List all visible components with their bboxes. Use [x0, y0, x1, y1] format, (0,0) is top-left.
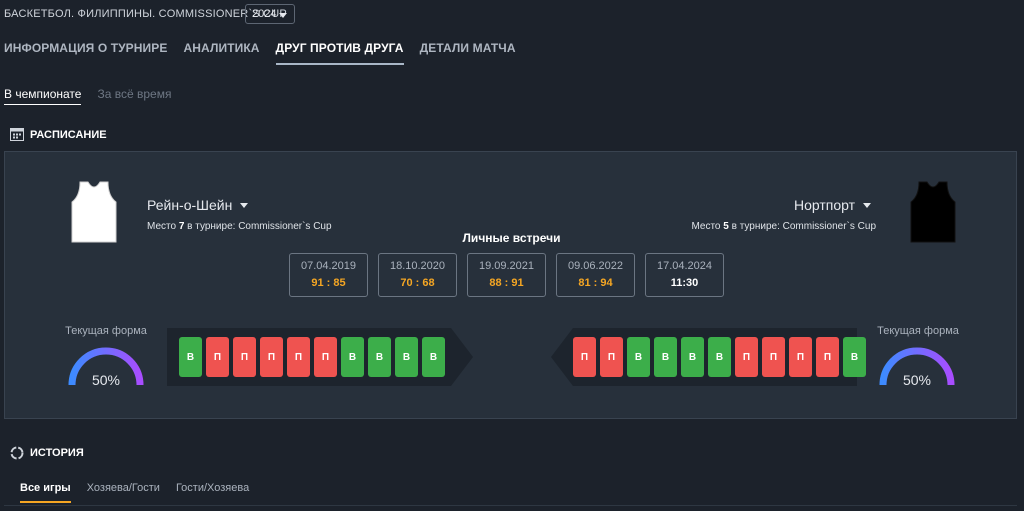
home-team-label: Рейн-о-Шейн	[147, 197, 233, 213]
result-win-badge[interactable]: В	[179, 337, 202, 377]
meeting-card[interactable]: 19.09.2021 88 : 91	[467, 253, 546, 297]
result-loss-badge[interactable]: П	[735, 337, 758, 377]
main-tabs: ИНФОРМАЦИЯ О ТУРНИРЕ АНАЛИТИКА ДРУГ ПРОТ…	[4, 41, 532, 65]
result-loss-badge[interactable]: П	[573, 337, 596, 377]
home-form-strip: ВПППППВВВВ	[167, 328, 449, 386]
meeting-score: 88 : 91	[489, 277, 524, 289]
away-form-label: Текущая форма	[877, 325, 959, 337]
result-win-badge[interactable]: В	[843, 337, 866, 377]
result-loss-badge[interactable]: П	[260, 337, 283, 377]
tab-head-to-head[interactable]: ДРУГ ПРОТИВ ДРУГА	[275, 41, 404, 65]
meeting-card-upcoming[interactable]: 17.04.2024 11:30	[645, 253, 724, 297]
result-win-badge[interactable]: В	[654, 337, 677, 377]
result-loss-badge[interactable]: П	[206, 337, 229, 377]
home-form-percent: 50%	[91, 372, 121, 388]
result-loss-badge[interactable]: П	[233, 337, 256, 377]
chevron-down-icon	[279, 13, 287, 18]
meeting-card[interactable]: 09.06.2022 81 : 94	[556, 253, 635, 297]
history-icon	[10, 446, 24, 460]
result-loss-badge[interactable]: П	[816, 337, 839, 377]
home-form-label: Текущая форма	[65, 325, 147, 337]
away-form-strip: ППВВВВППППВ	[551, 328, 870, 386]
meeting-score: 70 : 68	[400, 277, 435, 289]
meeting-date: 17.04.2024	[656, 260, 713, 272]
result-win-badge[interactable]: В	[368, 337, 391, 377]
result-loss-badge[interactable]: П	[789, 337, 812, 377]
chevron-down-icon	[863, 202, 871, 208]
away-team-label: Нортпорт	[793, 197, 855, 213]
meeting-date: 07.04.2019	[300, 260, 357, 272]
meeting-score: 91 : 85	[311, 277, 346, 289]
result-loss-badge[interactable]: П	[762, 337, 785, 377]
year-select[interactable]: 2024	[245, 4, 295, 24]
tab-home-away[interactable]: Хозяева/Гости	[87, 482, 160, 503]
h2h-title: Личные встречи	[462, 231, 561, 245]
tab-in-championship[interactable]: В чемпионате	[4, 87, 82, 105]
h2h-meetings: 07.04.2019 91 : 85 18.10.2020 70 : 68 19…	[289, 253, 734, 297]
result-win-badge[interactable]: В	[422, 337, 445, 377]
result-loss-badge[interactable]: П	[600, 337, 623, 377]
meeting-time: 11:30	[670, 277, 699, 289]
meeting-card[interactable]: 07.04.2019 91 : 85	[289, 253, 368, 297]
result-win-badge[interactable]: В	[395, 337, 418, 377]
away-form-percent: 50%	[902, 372, 932, 388]
away-team-name[interactable]: Нортпорт	[794, 197, 871, 213]
result-loss-badge[interactable]: П	[314, 337, 337, 377]
result-loss-badge[interactable]: П	[287, 337, 310, 377]
result-win-badge[interactable]: В	[708, 337, 731, 377]
calendar-icon	[10, 128, 24, 141]
scope-tabs: В чемпионате За всё время	[4, 87, 187, 105]
tab-tournament-info[interactable]: ИНФОРМАЦИЯ О ТУРНИРЕ	[4, 41, 168, 65]
home-team-name[interactable]: Рейн-о-Шейн	[147, 197, 249, 213]
tab-match-details[interactable]: ДЕТАЛИ МАТЧА	[420, 41, 516, 65]
schedule-title: РАСПИСАНИЕ	[30, 128, 107, 141]
meeting-date: 09.06.2022	[567, 260, 624, 272]
history-tabs: Все игры Хозяева/Гости Гости/Хозяева	[20, 482, 265, 503]
history-divider	[4, 505, 1017, 506]
result-win-badge[interactable]: В	[681, 337, 704, 377]
result-win-badge[interactable]: В	[627, 337, 650, 377]
meeting-score: 81 : 94	[578, 277, 613, 289]
result-win-badge[interactable]: В	[341, 337, 364, 377]
meeting-date: 18.10.2020	[389, 260, 446, 272]
history-title: ИСТОРИЯ	[30, 447, 84, 459]
year-value: 2024	[252, 8, 277, 20]
tab-all-time[interactable]: За всё время	[97, 87, 171, 105]
tab-away-home[interactable]: Гости/Хозяева	[176, 482, 249, 503]
tab-analytics[interactable]: АНАЛИТИКА	[184, 41, 260, 65]
history-heading: ИСТОРИЯ	[10, 446, 84, 460]
schedule-panel: Рейн-о-Шейн Место 7 в турнире: Commissio…	[4, 151, 1017, 419]
meeting-card[interactable]: 18.10.2020 70 : 68	[378, 253, 457, 297]
chevron-down-icon	[240, 202, 249, 208]
tab-all-games[interactable]: Все игры	[20, 482, 71, 503]
schedule-heading: РАСПИСАНИЕ	[10, 128, 107, 141]
meeting-date: 19.09.2021	[478, 260, 535, 272]
